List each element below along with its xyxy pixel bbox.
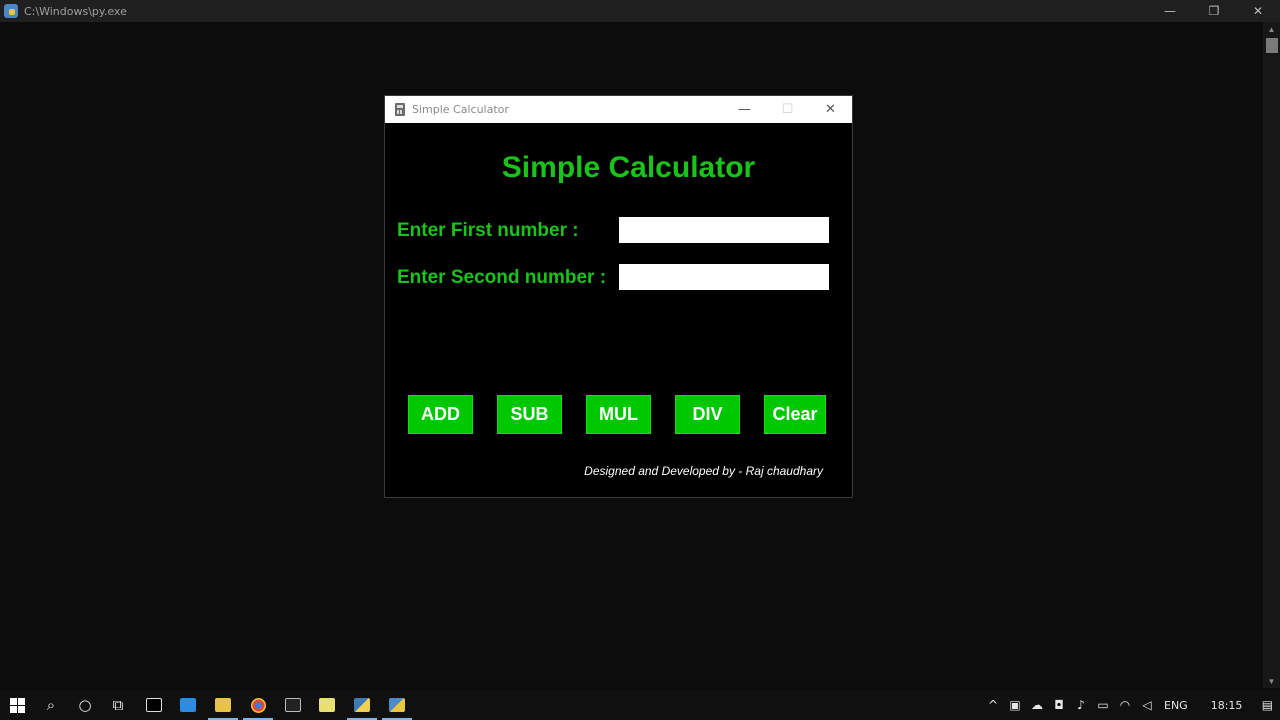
clear-button[interactable]: Clear xyxy=(764,395,826,434)
calculator-titlebar[interactable]: Simple Calculator — ☐ ✕ xyxy=(385,96,852,123)
microphone-icon[interactable]: ♪ xyxy=(1070,698,1092,712)
add-button[interactable]: ADD xyxy=(408,395,473,434)
console-titlebar: C:\Windows\py.exe — ❐ ✕ xyxy=(0,0,1280,22)
notepad-icon[interactable] xyxy=(310,690,344,720)
windows-start-icon[interactable] xyxy=(0,690,34,720)
cmd-icon[interactable] xyxy=(276,690,310,720)
console-minimize-button[interactable]: — xyxy=(1148,0,1192,22)
first-number-label: Enter First number : xyxy=(397,220,579,241)
scroll-down-arrow-icon[interactable]: ▼ xyxy=(1263,676,1280,688)
battery-icon[interactable]: ▭ xyxy=(1092,698,1114,712)
task-view-icon[interactable]: ⧉ xyxy=(101,690,135,720)
calculator-window: Simple Calculator — ☐ ✕ Simple Calculato… xyxy=(384,95,853,498)
clock-time[interactable]: 18:15 xyxy=(1211,699,1243,712)
calculator-window-title: Simple Calculator xyxy=(412,103,509,116)
scrollbar-thumb[interactable] xyxy=(1266,38,1278,53)
pycharm-icon[interactable] xyxy=(137,690,171,720)
subtract-button[interactable]: SUB xyxy=(497,395,562,434)
action-center-notification-icon[interactable]: ▤ xyxy=(1256,698,1278,712)
wifi-icon[interactable]: ◠ xyxy=(1114,698,1136,712)
calculator-window-controls: — ☐ ✕ xyxy=(723,96,852,123)
calculator-close-button[interactable]: ✕ xyxy=(809,96,852,123)
language-indicator[interactable]: ENG xyxy=(1164,699,1188,712)
console-title: C:\Windows\py.exe xyxy=(24,4,127,18)
multiply-button[interactable]: MUL xyxy=(586,395,651,434)
python-idle-icon[interactable] xyxy=(380,690,414,720)
vscode-icon[interactable] xyxy=(171,690,205,720)
second-number-input[interactable] xyxy=(619,264,829,290)
console-window-controls: — ❐ ✕ xyxy=(1148,0,1280,22)
python-console-icon xyxy=(4,4,18,18)
onedrive-icon[interactable]: ☁ xyxy=(1026,698,1048,712)
volume-icon[interactable]: ◁ xyxy=(1136,698,1158,712)
calculator-maximize-button: ☐ xyxy=(781,102,794,117)
file-explorer-icon[interactable] xyxy=(206,690,240,720)
meet-now-icon[interactable]: ◘ xyxy=(1048,698,1070,712)
second-number-label: Enter Second number : xyxy=(397,267,607,288)
show-hidden-icons-chevron-icon[interactable]: ^ xyxy=(982,698,1004,712)
network-drive-icon[interactable]: ▣ xyxy=(1004,698,1026,712)
calculator-heading: Simple Calculator xyxy=(501,151,756,184)
python-launcher-icon[interactable] xyxy=(345,690,379,720)
console-scrollbar[interactable] xyxy=(1263,22,1280,688)
divide-button[interactable]: DIV xyxy=(675,395,740,434)
chrome-icon[interactable] xyxy=(241,690,275,720)
search-icon[interactable]: ⌕ xyxy=(34,690,68,720)
scroll-up-arrow-icon[interactable]: ▲ xyxy=(1263,24,1280,36)
calculator-app-icon xyxy=(395,103,405,116)
developer-credit: Designed and Developed by - Raj chaudhar… xyxy=(584,464,823,478)
console-restore-button[interactable]: ❐ xyxy=(1192,0,1236,22)
cortana-icon[interactable]: ○ xyxy=(68,690,102,720)
calculator-minimize-button[interactable]: — xyxy=(723,96,766,123)
first-number-input[interactable] xyxy=(619,217,829,243)
console-close-button[interactable]: ✕ xyxy=(1236,0,1280,22)
system-tray: ^ ▣ ☁ ◘ ♪ ▭ ◠ ◁ ENG 18:15 ▤ xyxy=(982,690,1278,720)
taskbar: ⌕ ○ ⧉ ^ ▣ ☁ ◘ ♪ ▭ ◠ ◁ ENG 18:15 ▤ xyxy=(0,690,1280,720)
